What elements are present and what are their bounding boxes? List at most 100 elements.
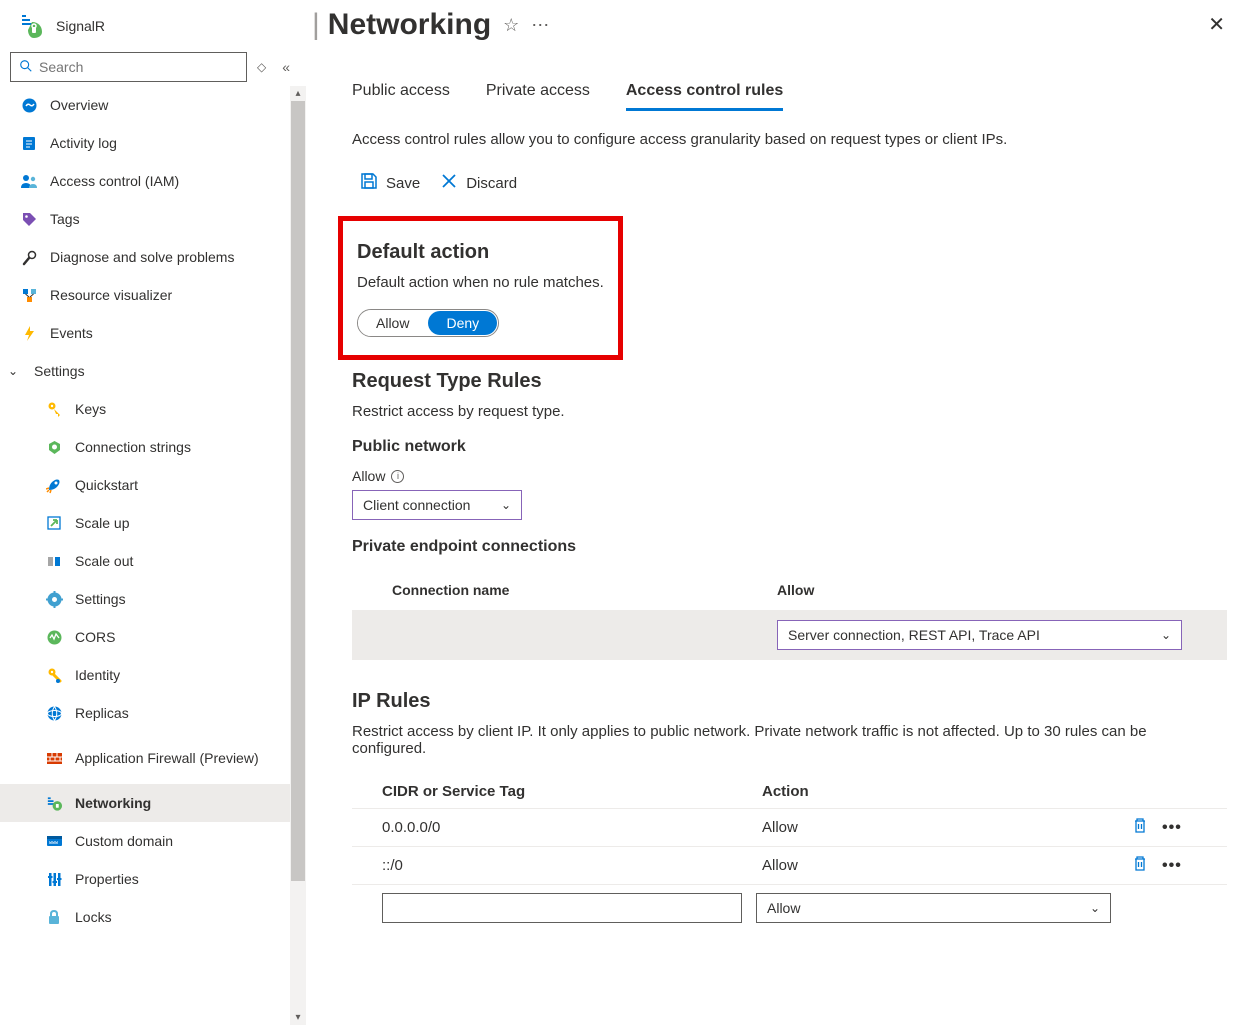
nav-tags[interactable]: Tags: [0, 200, 290, 238]
nav-scrollbar[interactable]: ▴ ▾: [290, 86, 306, 1025]
nav-scale-up[interactable]: Scale up: [0, 504, 290, 542]
locks-icon: [45, 908, 63, 926]
default-action-toggle[interactable]: Allow Deny: [357, 309, 499, 337]
nav-replicas[interactable]: Replicas: [0, 694, 290, 732]
nav-activity-log[interactable]: Activity log: [0, 124, 290, 162]
nav-properties[interactable]: Properties: [0, 860, 290, 898]
pec-table: Connection name Allow Server connection,…: [352, 570, 1227, 660]
action-cell: Allow: [762, 819, 1132, 836]
pec-header-row: Connection name Allow: [352, 570, 1227, 610]
close-icon[interactable]: ✕: [1208, 12, 1225, 37]
scale-up-icon: [45, 514, 63, 532]
nav-label: Activity log: [50, 135, 117, 151]
search-input[interactable]: [39, 59, 238, 75]
resource-name: SignalR: [56, 18, 105, 34]
svg-text:www: www: [49, 840, 59, 846]
nav-identity[interactable]: Identity: [0, 656, 290, 694]
nav-application-firewall[interactable]: Application Firewall (Preview): [0, 732, 290, 784]
dropdown-value: Allow: [767, 900, 800, 916]
row-actions: •••: [1132, 817, 1182, 838]
nav-networking[interactable]: Networking: [0, 784, 290, 822]
scroll-down-arrow-icon[interactable]: ▾: [295, 1010, 300, 1025]
page-header: | Networking ☆ ⋯: [312, 4, 1227, 42]
nav-label: Settings: [34, 363, 85, 379]
search-row: ◇ «: [0, 46, 306, 86]
row-actions: •••: [1132, 855, 1182, 876]
scrollbar-thumb[interactable]: [291, 101, 305, 881]
public-network-heading: Public network: [352, 438, 1227, 456]
nav-label: Resource visualizer: [50, 287, 172, 303]
request-type-rules-heading: Request Type Rules: [352, 370, 1227, 393]
allow-label: Allow i: [352, 468, 1227, 484]
chevron-down-icon: ⌄: [1161, 628, 1171, 642]
expand-icon[interactable]: ◇: [253, 60, 270, 74]
nav-label: CORS: [75, 629, 115, 645]
more-actions-icon[interactable]: ⋯: [531, 15, 550, 36]
info-icon[interactable]: i: [391, 470, 404, 483]
nav-label: Custom domain: [75, 833, 173, 849]
save-button[interactable]: Save: [360, 172, 420, 194]
nav-label: Events: [50, 325, 93, 341]
nav-diagnose[interactable]: Diagnose and solve problems: [0, 238, 290, 276]
search-box[interactable]: [10, 52, 247, 82]
save-label: Save: [386, 175, 420, 192]
discard-icon: [440, 172, 458, 194]
public-allow-dropdown[interactable]: Client connection ⌄: [352, 490, 522, 520]
nav-label: Identity: [75, 667, 120, 683]
nav-label: Properties: [75, 871, 139, 887]
nav-overview[interactable]: Overview: [0, 86, 290, 124]
custom-domain-icon: www: [45, 832, 63, 850]
nav-custom-domain[interactable]: www Custom domain: [0, 822, 290, 860]
delete-icon[interactable]: [1132, 817, 1148, 838]
nav-label: Tags: [50, 211, 80, 227]
nav-label: Application Firewall (Preview): [75, 749, 259, 767]
row-more-icon[interactable]: •••: [1162, 857, 1182, 875]
nav-quickstart[interactable]: Quickstart: [0, 466, 290, 504]
nav-keys[interactable]: Keys: [0, 390, 290, 428]
nav-access-control[interactable]: Access control (IAM): [0, 162, 290, 200]
dropdown-value: Client connection: [363, 497, 470, 513]
ip-header-row: CIDR or Service Tag Action: [352, 775, 1227, 809]
nav-settings[interactable]: Settings: [0, 580, 290, 618]
collapse-panel-icon[interactable]: «: [276, 59, 296, 75]
action-cell: Allow: [762, 857, 1132, 874]
tab-content: Public access Private access Access cont…: [312, 42, 1227, 931]
nav-label: Diagnose and solve problems: [50, 249, 234, 265]
toggle-allow[interactable]: Allow: [358, 310, 427, 336]
nav-locks[interactable]: Locks: [0, 898, 290, 936]
row-more-icon[interactable]: •••: [1162, 819, 1182, 837]
scroll-up-arrow-icon[interactable]: ▴: [295, 86, 300, 101]
pec-allow-dropdown[interactable]: Server connection, REST API, Trace API ⌄: [777, 620, 1182, 650]
nav-label: Quickstart: [75, 477, 138, 493]
networking-icon: [45, 794, 63, 812]
toggle-deny[interactable]: Deny: [428, 311, 497, 335]
scale-out-icon: [45, 552, 63, 570]
keys-icon: [45, 400, 63, 418]
chevron-down-icon: ⌄: [1090, 901, 1100, 915]
tab-public-access[interactable]: Public access: [352, 82, 450, 111]
iam-icon: [20, 172, 38, 190]
nav-label: Keys: [75, 401, 106, 417]
nav-label: Locks: [75, 909, 112, 925]
nav-resource-visualizer[interactable]: Resource visualizer: [0, 276, 290, 314]
tab-private-access[interactable]: Private access: [486, 82, 590, 111]
cidr-input[interactable]: [382, 893, 742, 923]
nav-events[interactable]: Events: [0, 314, 290, 352]
nav-scale-out[interactable]: Scale out: [0, 542, 290, 580]
discard-button[interactable]: Discard: [440, 172, 517, 194]
ip-rule-row: 0.0.0.0/0 Allow •••: [352, 809, 1227, 847]
tab-access-control-rules[interactable]: Access control rules: [626, 82, 783, 111]
action-dropdown[interactable]: Allow ⌄: [756, 893, 1111, 923]
nav-group-settings[interactable]: ⌄ Settings: [0, 352, 290, 390]
nav-cors[interactable]: CORS: [0, 618, 290, 656]
col-action: Action: [762, 783, 1132, 800]
nav-label: Scale out: [75, 553, 133, 569]
activity-log-icon: [20, 134, 38, 152]
favorite-star-icon[interactable]: ☆: [503, 15, 519, 36]
nav-list: Overview Activity log Access control (IA…: [0, 86, 306, 936]
cidr-cell: 0.0.0.0/0: [382, 819, 762, 836]
nav-label: Networking: [75, 795, 151, 811]
nav-connection-strings[interactable]: Connection strings: [0, 428, 290, 466]
delete-icon[interactable]: [1132, 855, 1148, 876]
ip-rule-row: ::/0 Allow •••: [352, 847, 1227, 885]
